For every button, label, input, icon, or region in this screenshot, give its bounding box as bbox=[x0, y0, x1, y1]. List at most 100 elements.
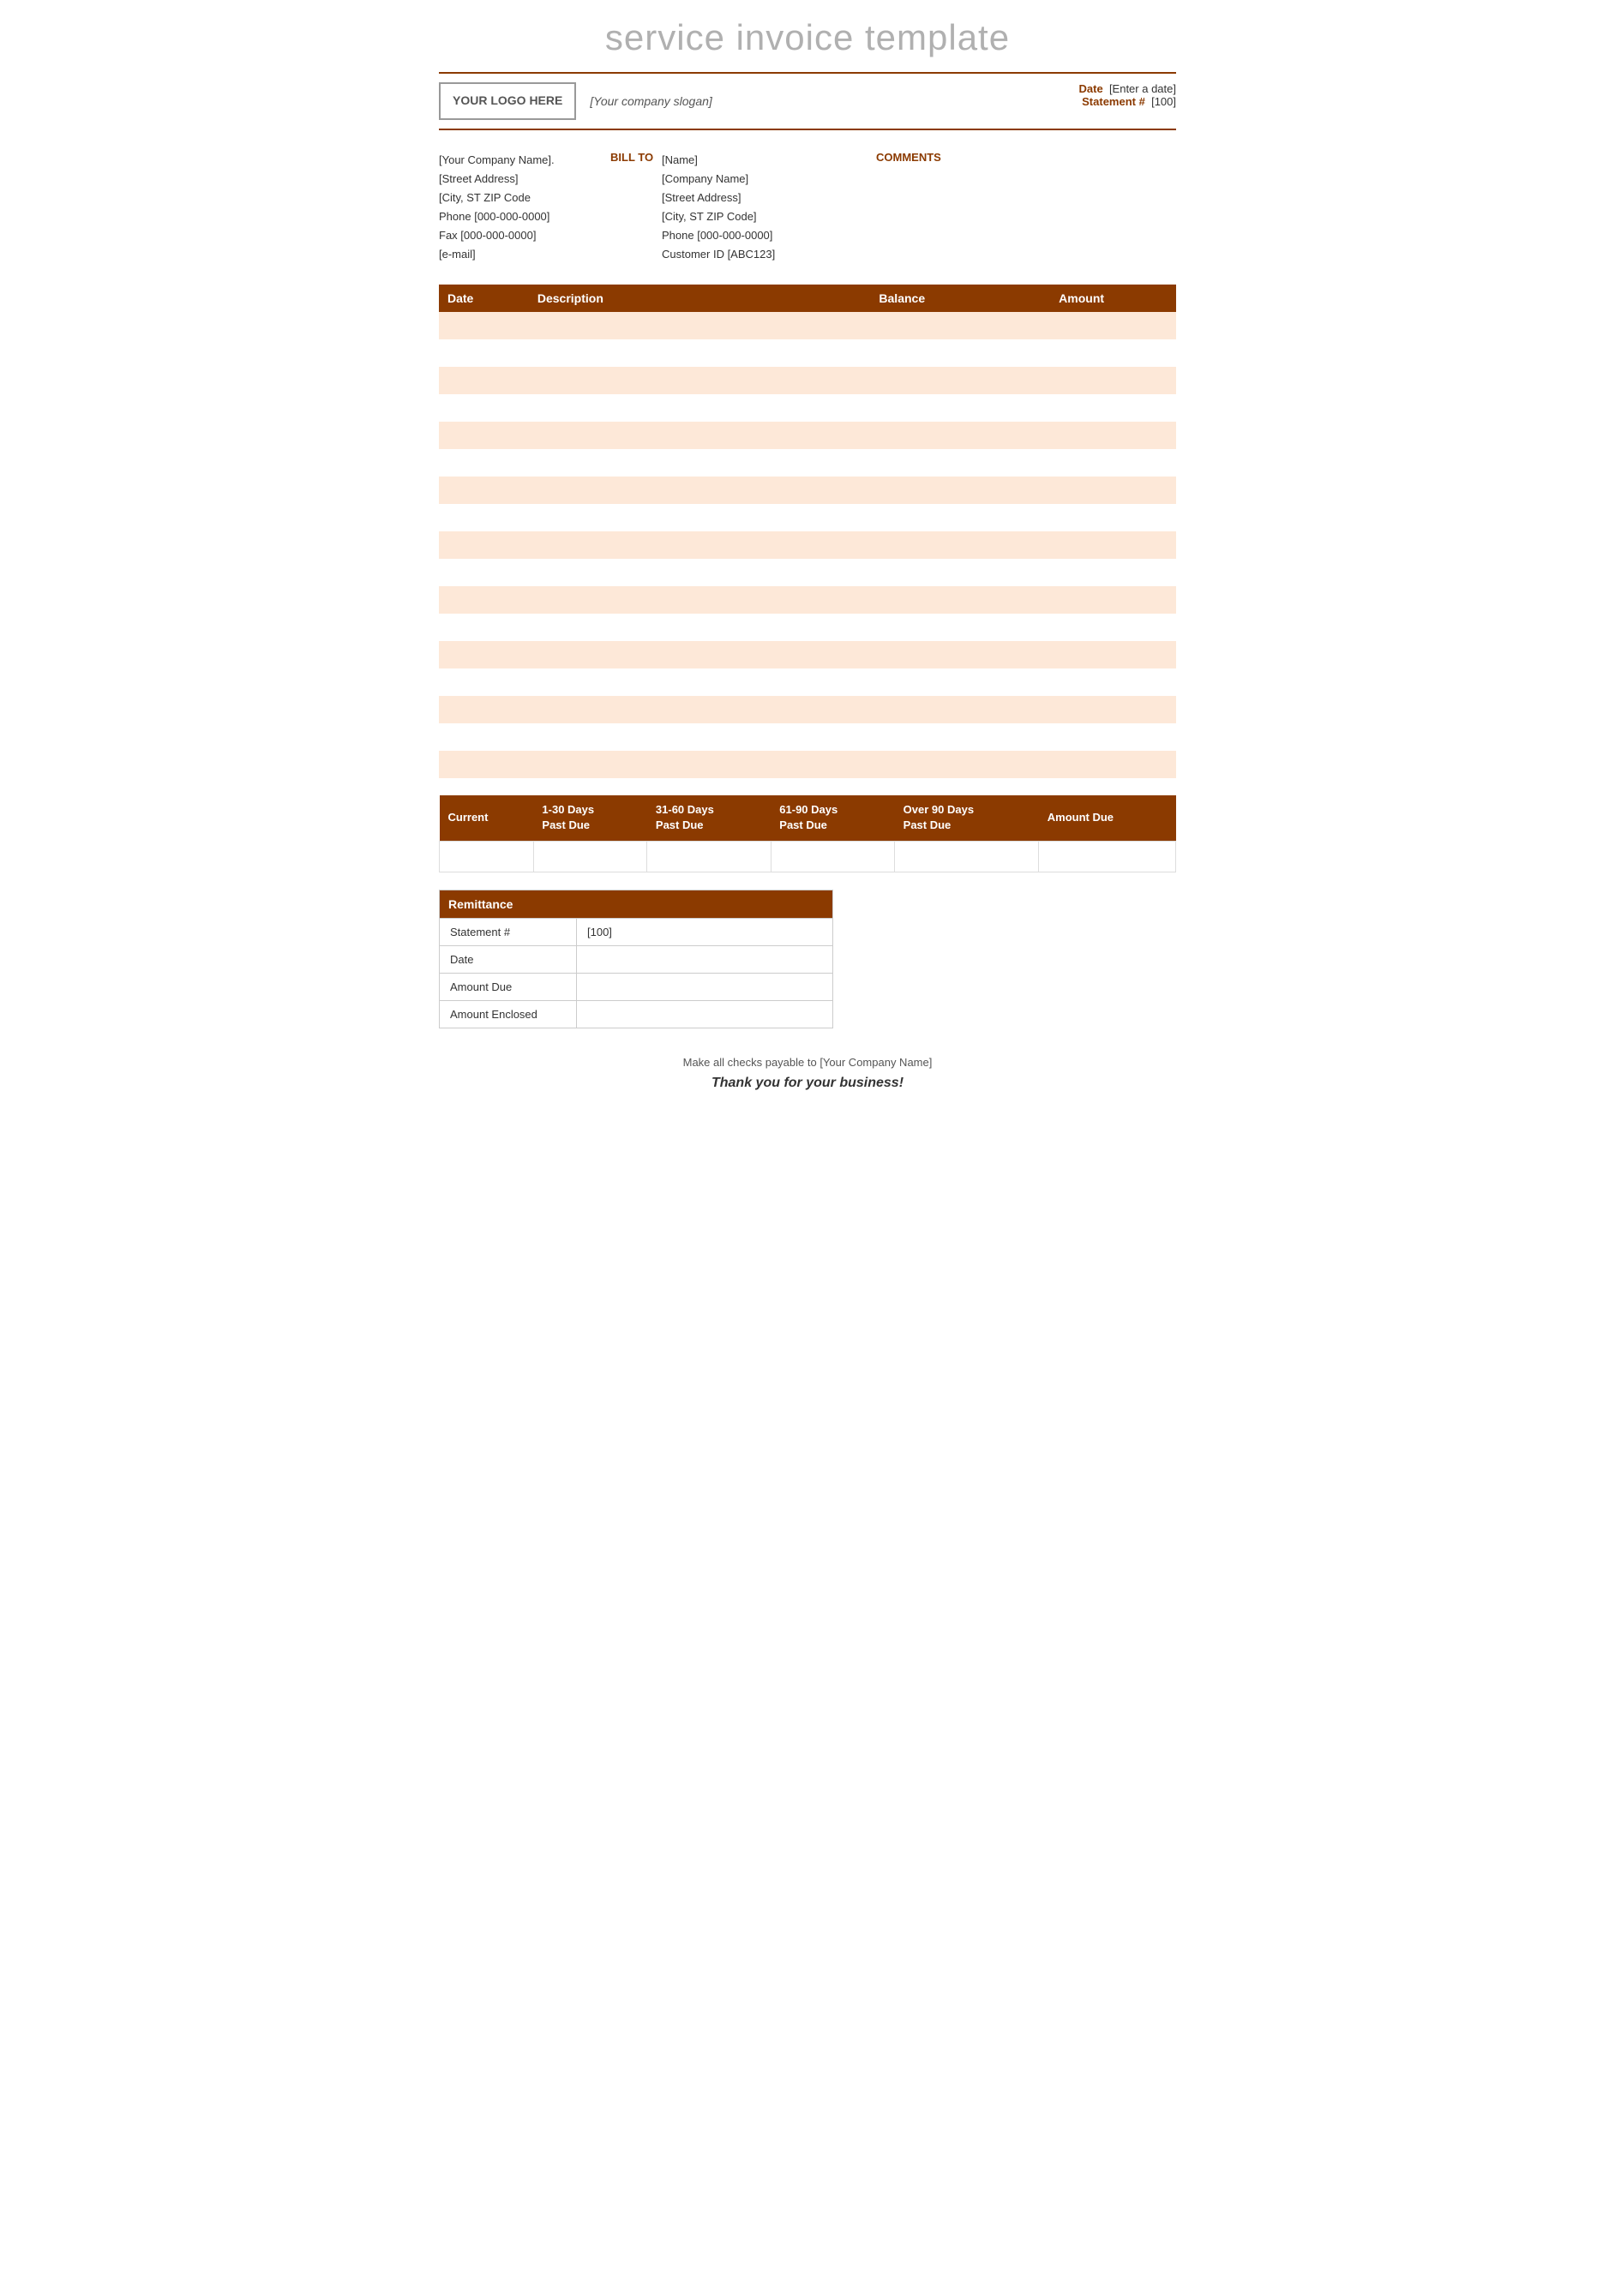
bill-to-label-col: BILL TO bbox=[610, 151, 662, 265]
row-balance bbox=[870, 641, 1050, 668]
table-row bbox=[439, 614, 1176, 641]
remittance-label: Date bbox=[440, 945, 577, 973]
info-section: [Your Company Name]. [Street Address] [C… bbox=[439, 151, 1176, 265]
table-row bbox=[439, 696, 1176, 723]
table-row bbox=[439, 559, 1176, 586]
remittance-row: Amount Enclosed bbox=[440, 1000, 833, 1028]
row-date bbox=[439, 339, 529, 367]
company-slogan: [Your company slogan] bbox=[590, 94, 711, 108]
row-desc bbox=[529, 559, 871, 586]
row-desc bbox=[529, 504, 871, 531]
row-date bbox=[439, 531, 529, 559]
table-row bbox=[439, 641, 1176, 668]
row-amount bbox=[1050, 312, 1176, 339]
table-row bbox=[439, 367, 1176, 394]
row-amount bbox=[1050, 751, 1176, 778]
row-date bbox=[439, 422, 529, 449]
logo-slogan-area: YOUR LOGO HERE [Your company slogan] bbox=[439, 82, 712, 120]
invoice-table: Date Description Balance Amount bbox=[439, 285, 1176, 778]
row-balance bbox=[870, 531, 1050, 559]
col-header-description: Description bbox=[529, 285, 871, 312]
row-desc bbox=[529, 614, 871, 641]
bill-to-company: [Company Name] bbox=[662, 170, 876, 189]
row-balance bbox=[870, 559, 1050, 586]
footer-section: Make all checks payable to [Your Company… bbox=[439, 1056, 1176, 1091]
row-amount bbox=[1050, 531, 1176, 559]
statement-line: Statement # [100] bbox=[1079, 95, 1176, 108]
row-date bbox=[439, 614, 529, 641]
bill-to-phone: Phone [000-000-0000] bbox=[662, 226, 876, 245]
company-phone: Phone [000-000-0000] bbox=[439, 207, 610, 226]
row-balance bbox=[870, 586, 1050, 614]
summary-over-90-value bbox=[895, 841, 1039, 872]
company-address: [Street Address] bbox=[439, 170, 610, 189]
summary-header-row: Current 1-30 DaysPast Due 31-60 DaysPast… bbox=[440, 795, 1176, 841]
summary-header-1-30: 1-30 DaysPast Due bbox=[533, 795, 647, 841]
row-amount bbox=[1050, 641, 1176, 668]
page-title: service invoice template bbox=[439, 17, 1176, 58]
row-amount bbox=[1050, 586, 1176, 614]
table-row bbox=[439, 504, 1176, 531]
table-row bbox=[439, 312, 1176, 339]
summary-header-over-90: Over 90 DaysPast Due bbox=[895, 795, 1039, 841]
row-balance bbox=[870, 723, 1050, 751]
summary-1-30-value bbox=[533, 841, 647, 872]
company-city: [City, ST ZIP Code bbox=[439, 189, 610, 207]
summary-header-current: Current bbox=[440, 795, 534, 841]
row-date bbox=[439, 641, 529, 668]
logo-box: YOUR LOGO HERE bbox=[439, 82, 576, 120]
row-amount bbox=[1050, 367, 1176, 394]
row-date bbox=[439, 723, 529, 751]
comments-col: COMMENTS bbox=[876, 151, 1176, 265]
row-desc bbox=[529, 751, 871, 778]
col-header-balance: Balance bbox=[870, 285, 1050, 312]
row-balance bbox=[870, 394, 1050, 422]
row-amount bbox=[1050, 668, 1176, 696]
table-row bbox=[439, 394, 1176, 422]
summary-header-31-60: 31-60 DaysPast Due bbox=[647, 795, 771, 841]
footer-thanks: Thank you for your business! bbox=[439, 1076, 1176, 1091]
row-date bbox=[439, 751, 529, 778]
table-row bbox=[439, 668, 1176, 696]
row-desc bbox=[529, 312, 871, 339]
row-amount bbox=[1050, 449, 1176, 477]
row-date bbox=[439, 668, 529, 696]
remittance-row: Statement # [100] bbox=[440, 918, 833, 945]
row-date bbox=[439, 477, 529, 504]
table-row bbox=[439, 477, 1176, 504]
row-desc bbox=[529, 422, 871, 449]
bill-to-name: [Name] bbox=[662, 151, 876, 170]
row-date bbox=[439, 312, 529, 339]
date-label: Date bbox=[1079, 82, 1103, 95]
remittance-value bbox=[577, 1000, 833, 1028]
remittance-label: Amount Enclosed bbox=[440, 1000, 577, 1028]
summary-data-row bbox=[440, 841, 1176, 872]
bill-to-address: [Street Address] bbox=[662, 189, 876, 207]
row-date bbox=[439, 586, 529, 614]
summary-header-61-90: 61-90 DaysPast Due bbox=[771, 795, 894, 841]
table-row bbox=[439, 586, 1176, 614]
row-date bbox=[439, 504, 529, 531]
row-balance bbox=[870, 367, 1050, 394]
row-desc bbox=[529, 477, 871, 504]
remittance-label: Statement # bbox=[440, 918, 577, 945]
row-desc bbox=[529, 586, 871, 614]
summary-61-90-value bbox=[771, 841, 894, 872]
row-desc bbox=[529, 367, 871, 394]
remittance-table: Remittance Statement # [100] Date Amount… bbox=[439, 890, 833, 1028]
remittance-value bbox=[577, 945, 833, 973]
row-balance bbox=[870, 422, 1050, 449]
col-header-amount: Amount bbox=[1050, 285, 1176, 312]
row-date bbox=[439, 394, 529, 422]
bill-to-customer-id: Customer ID [ABC123] bbox=[662, 245, 876, 264]
company-fax: Fax [000-000-0000] bbox=[439, 226, 610, 245]
remittance-value: [100] bbox=[577, 918, 833, 945]
row-amount bbox=[1050, 422, 1176, 449]
row-amount bbox=[1050, 614, 1176, 641]
header-right: Date [Enter a date] Statement # [100] bbox=[1079, 82, 1176, 108]
table-row bbox=[439, 531, 1176, 559]
remittance-label: Amount Due bbox=[440, 973, 577, 1000]
row-balance bbox=[870, 504, 1050, 531]
row-balance bbox=[870, 312, 1050, 339]
table-row bbox=[439, 751, 1176, 778]
